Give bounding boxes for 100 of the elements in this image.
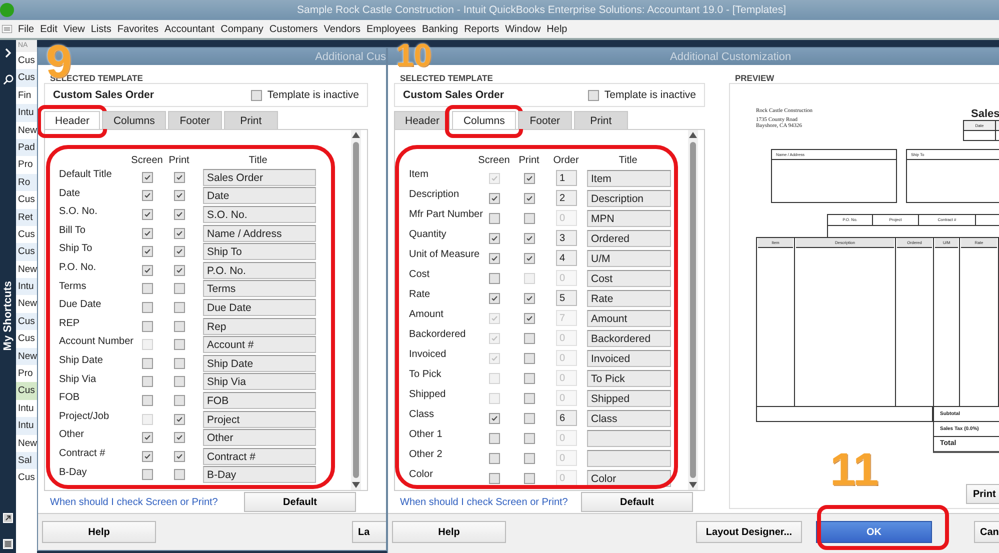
list-item[interactable]: Intu <box>16 417 37 435</box>
checkbox[interactable] <box>142 320 152 332</box>
checkbox[interactable] <box>524 432 534 444</box>
order-field[interactable]: 5 <box>556 290 576 306</box>
help-link[interactable]: When should I check Screen or Print? <box>400 496 568 508</box>
checkbox[interactable] <box>524 412 534 424</box>
title-field[interactable]: S.O. No. <box>203 206 316 223</box>
menu-item[interactable]: View <box>63 24 85 34</box>
checkbox[interactable] <box>524 352 534 364</box>
checkbox[interactable] <box>524 292 534 304</box>
checkbox[interactable] <box>142 208 152 220</box>
menu-item[interactable]: Window <box>505 24 541 34</box>
checkbox[interactable] <box>142 302 152 313</box>
menu-item[interactable]: Lists <box>90 24 112 34</box>
title-field[interactable]: Shipped <box>587 390 671 406</box>
title-field[interactable]: Cost <box>587 270 671 286</box>
title-field[interactable]: P.O. No. <box>203 262 316 279</box>
checkbox-label[interactable]: Template is inactive <box>604 89 696 101</box>
scroll-down-arrow-icon[interactable] <box>352 482 360 488</box>
checkbox[interactable] <box>524 232 534 244</box>
menu-item[interactable]: Company <box>220 24 264 34</box>
list-item[interactable]: Ret <box>16 208 37 226</box>
list-item[interactable]: New <box>16 348 37 366</box>
search-icon[interactable] <box>2 74 14 85</box>
checkbox[interactable] <box>488 232 500 244</box>
checkbox[interactable] <box>174 208 184 220</box>
scroll-up-arrow-icon[interactable] <box>689 132 697 138</box>
title-field[interactable]: Amount <box>587 310 671 326</box>
tab[interactable]: Columns <box>102 111 166 129</box>
checkbox[interactable] <box>174 339 184 350</box>
title-field[interactable] <box>587 430 671 446</box>
dialog-button[interactable]: Can <box>974 521 999 543</box>
checkbox[interactable] <box>488 432 500 444</box>
tab[interactable]: Columns <box>452 111 516 129</box>
title-field[interactable]: Account # <box>203 336 316 354</box>
title-field[interactable]: Ship Date <box>203 354 316 372</box>
list-item[interactable]: Cus <box>16 69 37 87</box>
title-field[interactable]: Other <box>203 429 316 446</box>
checkbox[interactable] <box>488 192 500 204</box>
menu-item[interactable]: Banking <box>422 24 458 34</box>
order-field[interactable]: 2 <box>556 190 576 206</box>
menu-item[interactable]: Accountant <box>164 24 215 34</box>
list-icon[interactable] <box>3 539 13 549</box>
title-field[interactable]: Ship To <box>203 243 316 260</box>
checkbox[interactable] <box>524 192 534 204</box>
checkbox[interactable] <box>142 228 152 239</box>
checkbox[interactable] <box>524 472 534 484</box>
list-item[interactable]: Cus <box>16 243 37 261</box>
title-field[interactable]: Item <box>587 170 671 186</box>
title-field[interactable]: Project <box>203 410 316 428</box>
checkbox[interactable] <box>142 394 152 406</box>
tab[interactable]: Print <box>224 111 278 129</box>
default-button[interactable]: Default <box>244 492 356 512</box>
checkbox[interactable] <box>142 264 152 276</box>
checkbox[interactable] <box>488 472 500 484</box>
menu-item[interactable]: Edit <box>40 24 58 34</box>
tab[interactable]: Print <box>574 111 628 129</box>
checkbox[interactable] <box>174 320 184 332</box>
tab[interactable]: Header <box>394 111 450 129</box>
checkbox[interactable] <box>524 392 534 404</box>
title-field[interactable]: Contract # <box>203 448 316 465</box>
title-field[interactable]: Date <box>203 187 316 204</box>
checkbox[interactable] <box>142 376 152 388</box>
checkbox[interactable] <box>174 358 184 369</box>
dialog-button[interactable]: Layout Designer... <box>696 521 802 543</box>
checkbox[interactable] <box>174 190 184 202</box>
checkbox[interactable] <box>142 469 152 480</box>
list-item[interactable]: Ro <box>16 174 37 192</box>
checkbox[interactable] <box>588 90 600 100</box>
title-field[interactable]: Name / Address <box>203 224 316 242</box>
menu-item[interactable]: Reports <box>464 24 500 34</box>
scroll-down-arrow-icon[interactable] <box>689 482 697 488</box>
title-field[interactable]: Ordered <box>587 230 671 246</box>
title-field[interactable]: Terms <box>203 280 316 298</box>
title-field[interactable]: To Pick <box>587 370 671 386</box>
default-button[interactable]: Default <box>581 492 693 512</box>
menu-icon[interactable] <box>2 25 12 33</box>
window-icon[interactable] <box>3 513 13 523</box>
checkbox[interactable] <box>174 302 184 313</box>
dialog-button[interactable]: Help <box>42 521 156 543</box>
checkbox[interactable] <box>524 212 534 224</box>
checkbox[interactable] <box>524 172 534 184</box>
list-item[interactable]: Intu <box>16 278 37 296</box>
list-item[interactable]: Cus <box>16 312 37 330</box>
checkbox[interactable] <box>251 90 262 100</box>
menu-item[interactable]: File <box>18 24 34 34</box>
checkbox[interactable] <box>524 252 534 264</box>
checkbox[interactable] <box>142 190 152 202</box>
checkbox[interactable] <box>174 246 184 258</box>
title-field[interactable]: Rate <box>587 290 671 306</box>
checkbox[interactable] <box>174 376 184 388</box>
tab[interactable]: Header <box>44 111 100 129</box>
checkbox[interactable] <box>488 452 500 464</box>
title-field[interactable] <box>587 450 671 466</box>
title-field[interactable]: Class <box>587 410 671 426</box>
order-field[interactable]: 6 <box>556 410 576 426</box>
title-field[interactable]: Ship Via <box>203 373 316 390</box>
checkbox[interactable] <box>488 412 500 424</box>
dialog-button[interactable]: OK <box>816 521 932 543</box>
menu-item[interactable]: Customers <box>269 24 318 34</box>
